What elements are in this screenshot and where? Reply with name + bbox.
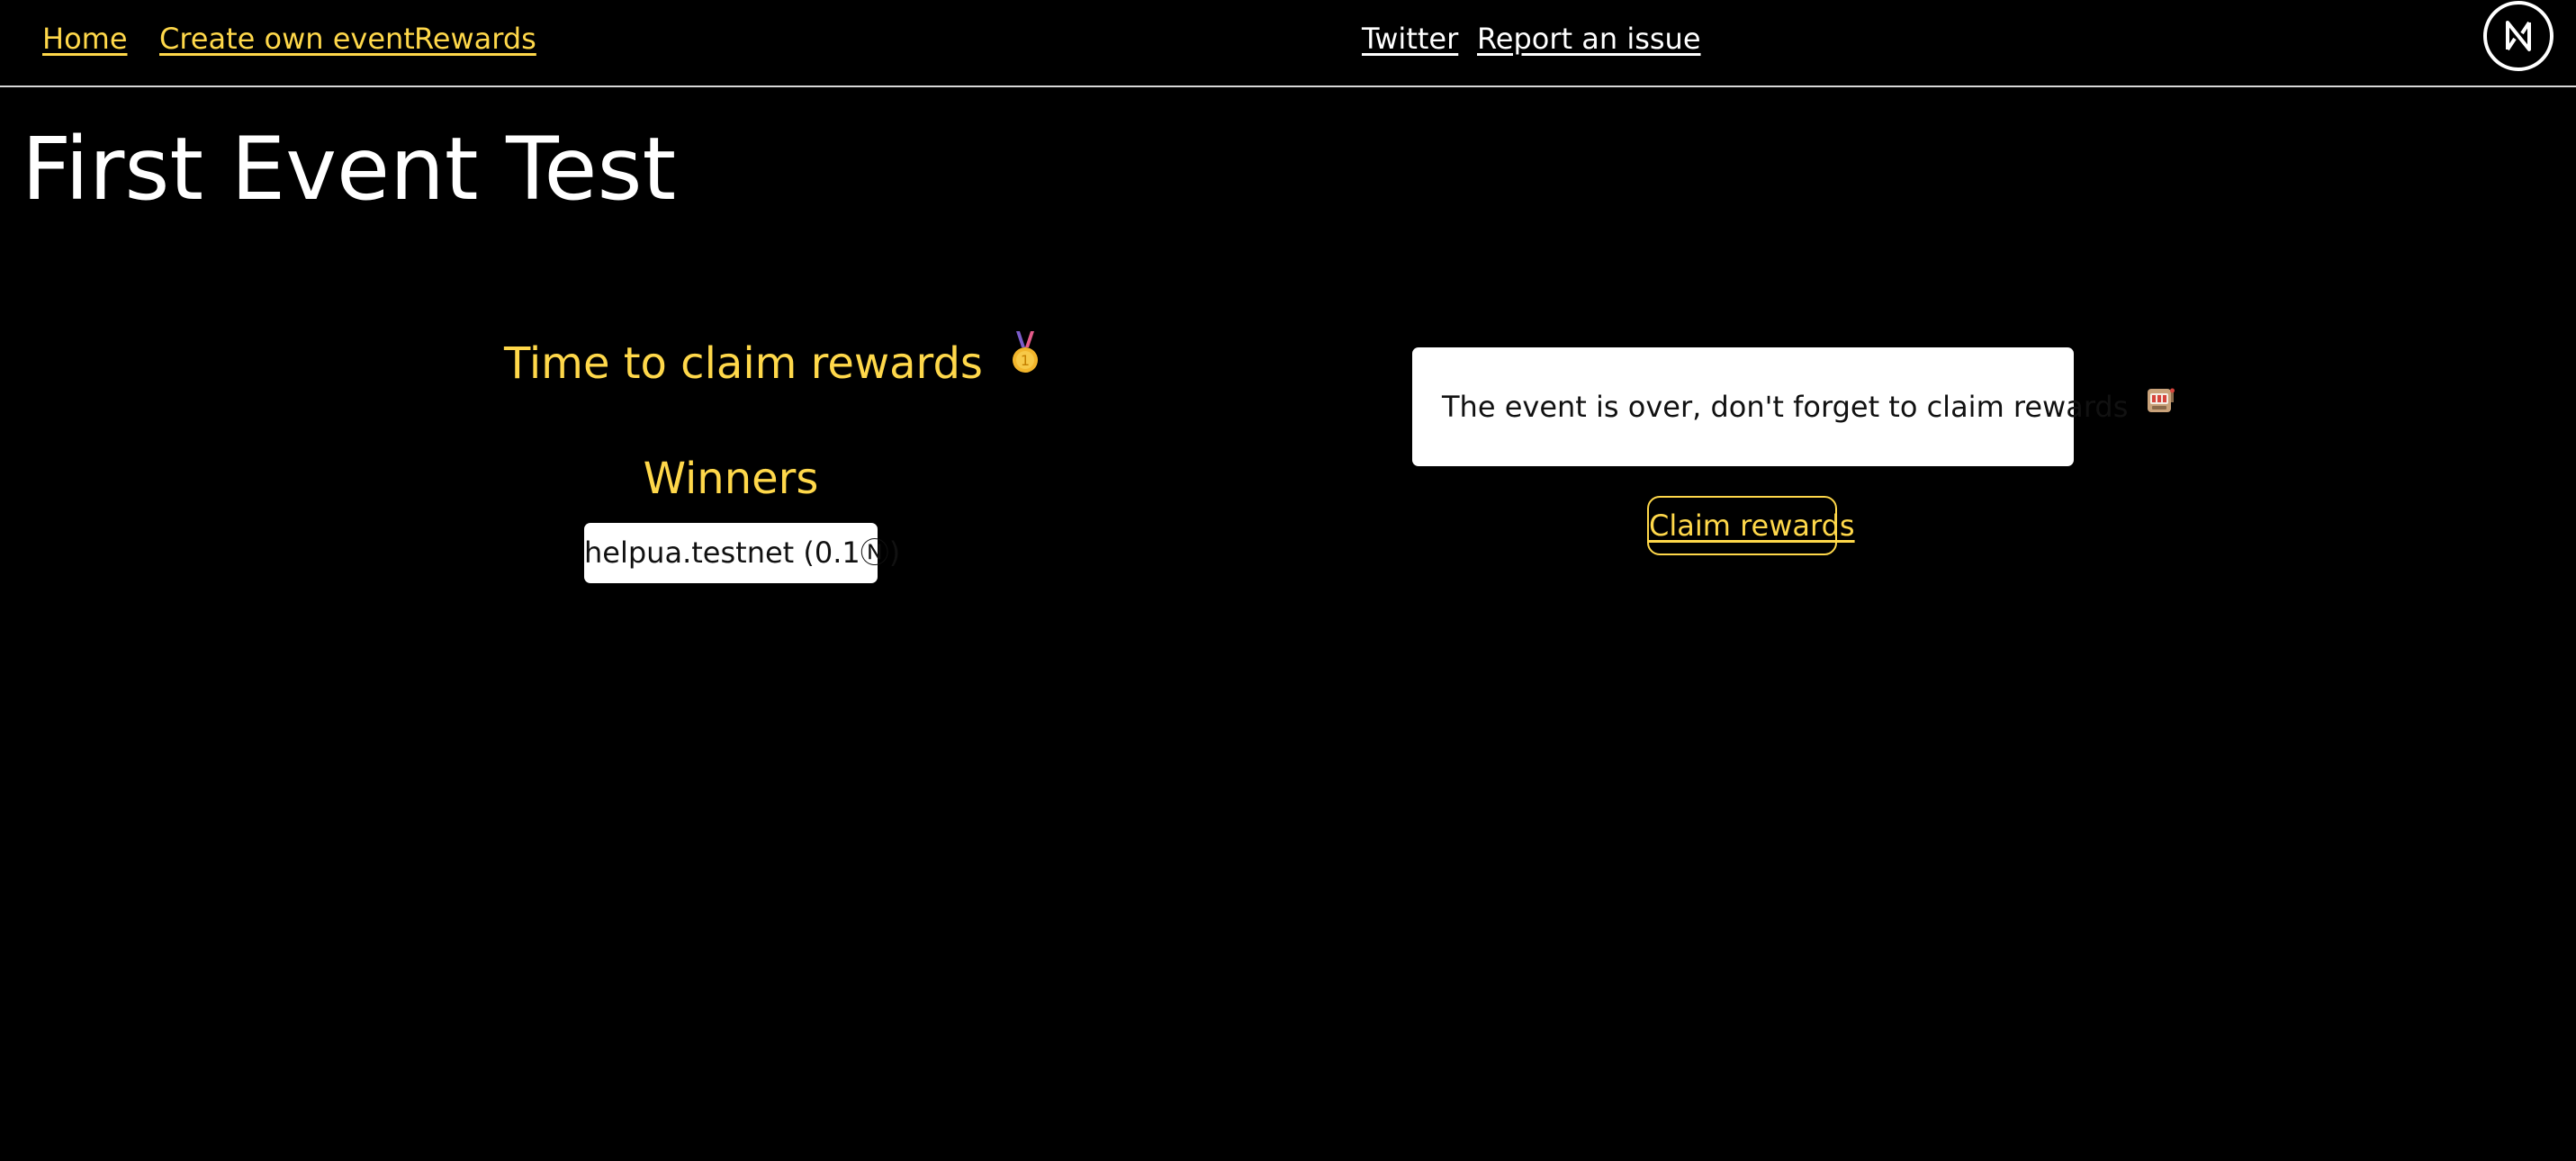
nav-link-home[interactable]: Home bbox=[42, 20, 128, 58]
winner-item: helpua.testnet (0.1Ⓝ) bbox=[584, 523, 900, 583]
page-title: First Event Test bbox=[22, 119, 677, 220]
claim-rewards-heading-text: Time to claim rewards bbox=[504, 338, 983, 389]
claim-rewards-heading: Time to claim rewards 1 bbox=[504, 331, 1041, 396]
winners-heading: Winners bbox=[643, 454, 819, 504]
top-navigation-bar: Home Create own event Rewards Twitter Re… bbox=[0, 0, 2576, 87]
nav-link-report-issue[interactable]: Report an issue bbox=[1477, 20, 1701, 58]
nav-link-create-own-event[interactable]: Create own event bbox=[159, 20, 415, 58]
svg-text:1: 1 bbox=[1021, 352, 1030, 369]
near-logo-icon[interactable] bbox=[2483, 1, 2553, 71]
medal-icon: 1 bbox=[1009, 331, 1041, 391]
slot-machine-icon bbox=[2145, 346, 2175, 464]
claim-rewards-button[interactable]: Claim rewards bbox=[1647, 496, 1855, 555]
event-over-notice-text: The event is over, don't forget to claim… bbox=[1442, 390, 2129, 424]
nav-link-rewards[interactable]: Rewards bbox=[414, 20, 536, 58]
nav-link-twitter[interactable]: Twitter bbox=[1362, 20, 1458, 58]
event-over-notice: The event is over, don't forget to claim… bbox=[1412, 347, 2175, 466]
